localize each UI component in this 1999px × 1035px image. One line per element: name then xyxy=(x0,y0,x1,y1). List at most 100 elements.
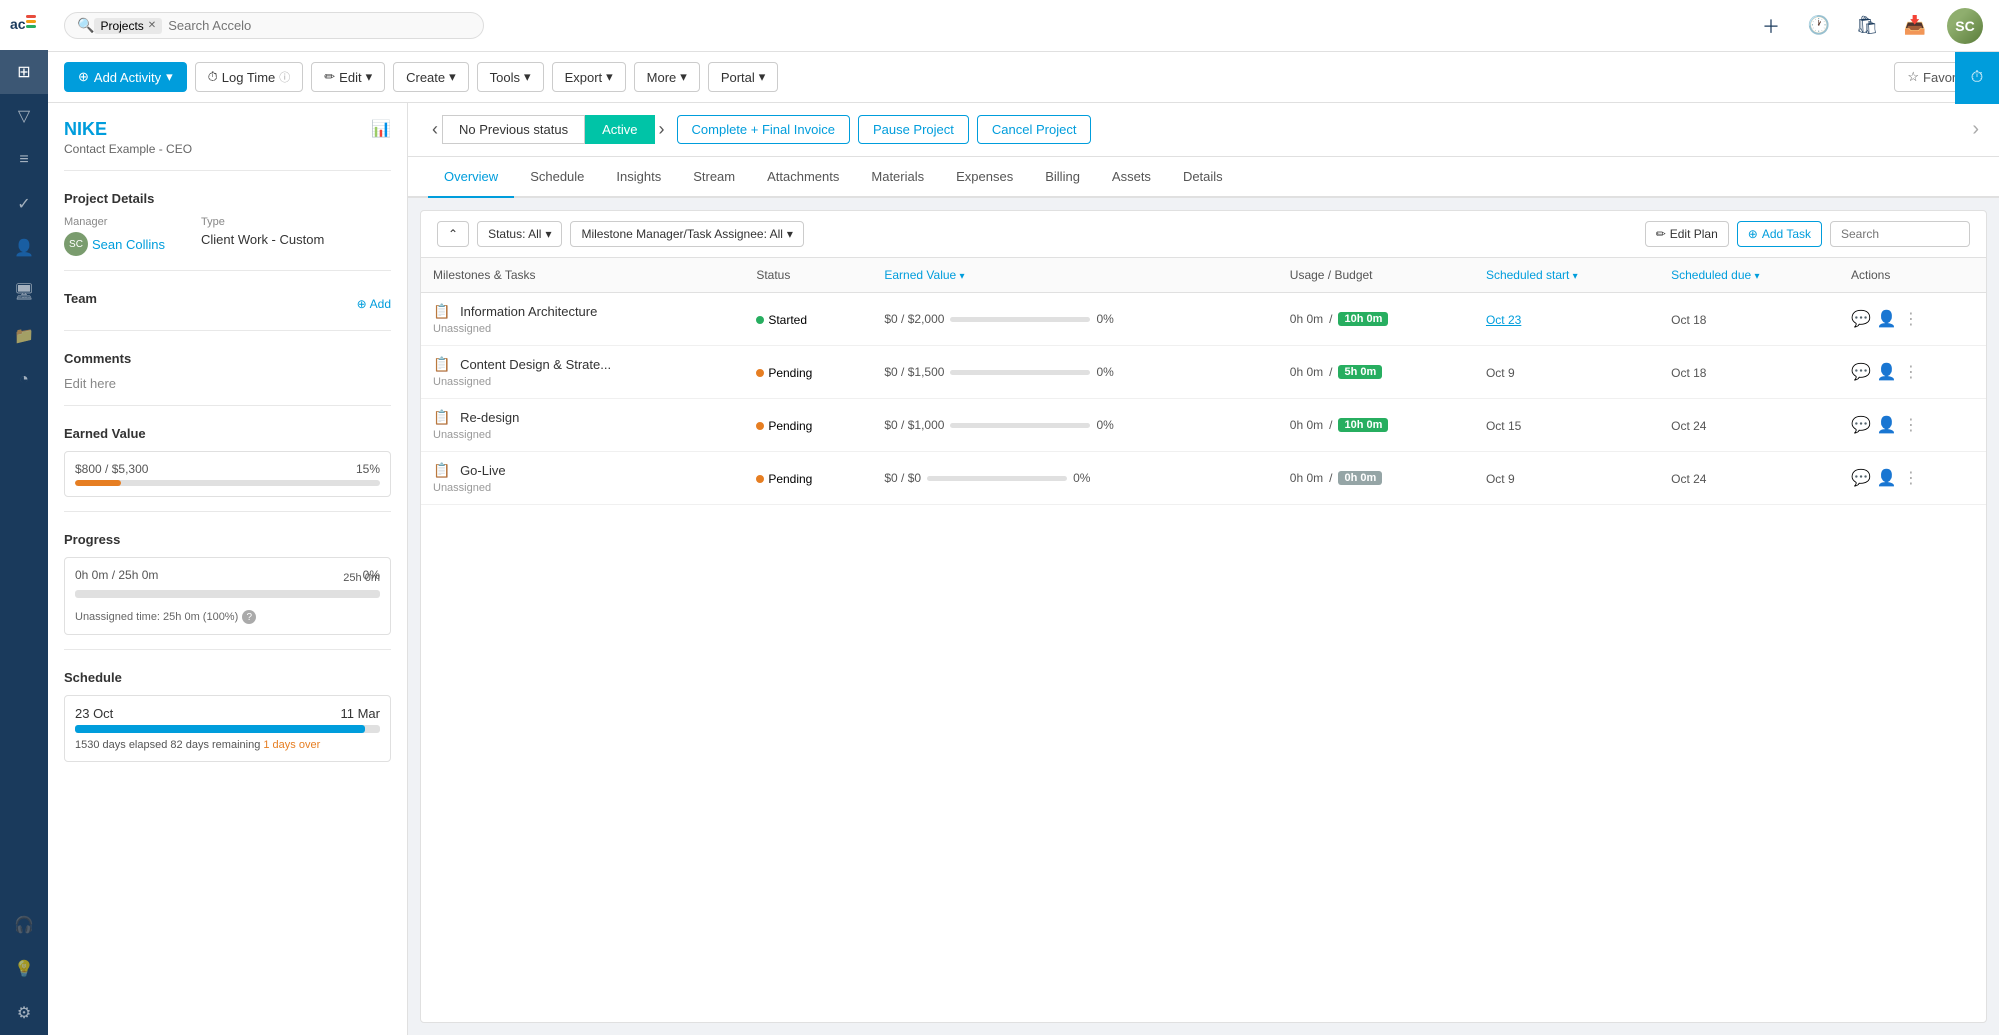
tab-schedule[interactable]: Schedule xyxy=(514,157,600,198)
sidebar-headset-icon[interactable]: 🎧 xyxy=(0,903,48,947)
task-sub: Unassigned xyxy=(433,323,491,335)
table-row: 📋 Content Design & Strate... Unassigned … xyxy=(421,346,1986,399)
status-filter-button[interactable]: Status: All ▾ xyxy=(477,221,562,247)
budget-tag: 0h 0m xyxy=(1338,471,1382,485)
actions-col: 💬 👤 ⋮ xyxy=(1851,362,1974,382)
project-details-section: Project Details Manager SC Sean Collins … xyxy=(64,191,391,256)
comment-icon[interactable]: 💬 xyxy=(1851,309,1871,329)
budget-usage: 0h 0m / 0h 0m xyxy=(1290,471,1462,485)
chevron-up-icon: ⌃ xyxy=(448,227,458,241)
tab-materials[interactable]: Materials xyxy=(855,157,940,198)
search-input[interactable] xyxy=(168,18,471,33)
timer-button[interactable]: ⏱ xyxy=(1955,52,1999,104)
avatar[interactable]: SC xyxy=(1947,8,1983,44)
more-button[interactable]: More ▾ xyxy=(634,62,700,92)
tab-stream[interactable]: Stream xyxy=(677,157,751,198)
col-scheduled-start[interactable]: Scheduled start ▾ xyxy=(1474,258,1659,293)
edit-button[interactable]: ✏ Edit ▾ xyxy=(311,62,385,92)
more-icon[interactable]: ⋮ xyxy=(1903,415,1919,435)
sidebar-settings-icon[interactable]: ⚙ xyxy=(0,991,48,1035)
progress-title: Progress xyxy=(64,532,391,547)
clock-icon[interactable]: 🕐 xyxy=(1803,10,1835,42)
task-icon: 📋 xyxy=(433,409,450,426)
logo[interactable]: ac xyxy=(0,0,48,50)
collapse-button[interactable]: ⌃ xyxy=(437,221,469,247)
sidebar-monitor-icon[interactable]: 🖥 xyxy=(0,270,48,314)
comment-icon[interactable]: 💬 xyxy=(1851,362,1871,382)
edit-dropdown-icon: ▾ xyxy=(366,69,373,85)
export-button[interactable]: Export ▾ xyxy=(552,62,626,92)
status-bar-right-arrow[interactable]: › xyxy=(1972,118,1979,141)
log-time-button[interactable]: ⏱ Log Time ⓘ xyxy=(195,62,304,92)
assign-icon[interactable]: 👤 xyxy=(1877,309,1897,329)
more-icon[interactable]: ⋮ xyxy=(1903,309,1919,329)
sidebar-tasks-icon[interactable]: ✓ xyxy=(0,182,48,226)
comment-area[interactable]: Edit here xyxy=(64,376,391,391)
tab-expenses[interactable]: Expenses xyxy=(940,157,1029,198)
company-name[interactable]: NIKE xyxy=(64,119,192,140)
tab-billing[interactable]: Billing xyxy=(1029,157,1096,198)
col-scheduled-due[interactable]: Scheduled due ▾ xyxy=(1659,258,1839,293)
sidebar-home-icon[interactable]: ⊞ xyxy=(0,50,48,94)
tab-insights[interactable]: Insights xyxy=(600,157,677,198)
start-date-link[interactable]: Oct 23 xyxy=(1486,313,1521,327)
sidebar-folder-icon[interactable]: 📁 xyxy=(0,314,48,358)
manager-link[interactable]: SC Sean Collins xyxy=(64,232,165,256)
tab-overview[interactable]: Overview xyxy=(428,157,514,198)
milestone-filter-button[interactable]: Milestone Manager/Task Assignee: All ▾ xyxy=(570,221,803,247)
tools-button[interactable]: Tools ▾ xyxy=(477,62,544,92)
status-complete-button[interactable]: Complete + Final Invoice xyxy=(677,115,850,144)
status-cancel-button[interactable]: Cancel Project xyxy=(977,115,1092,144)
more-icon[interactable]: ⋮ xyxy=(1903,362,1919,382)
comment-icon[interactable]: 💬 xyxy=(1851,415,1871,435)
inbox-icon[interactable]: 📥 xyxy=(1899,10,1931,42)
sidebar-bulb-icon[interactable]: 💡 xyxy=(0,947,48,991)
edit-plan-button[interactable]: ✏ Edit Plan xyxy=(1645,221,1729,247)
add-task-button[interactable]: ⊕ Add Task xyxy=(1737,221,1822,247)
bag-icon[interactable]: 🛍 xyxy=(1851,10,1883,42)
status-prev-button[interactable]: ‹ xyxy=(428,119,442,140)
col-earned-value[interactable]: Earned Value ▾ xyxy=(872,258,1277,293)
actions-col: 💬 👤 ⋮ xyxy=(1851,468,1974,488)
left-panel: NIKE Contact Example - CEO 📊 Project Det… xyxy=(48,103,408,1035)
search-tag-close-icon[interactable]: ✕ xyxy=(148,20,156,31)
project-details-title: Project Details xyxy=(64,191,391,206)
search-bar[interactable]: 🔍 Projects ✕ xyxy=(64,12,484,39)
sidebar-filter-icon[interactable]: ▽ xyxy=(0,94,48,138)
status-active[interactable]: Active xyxy=(585,115,654,144)
status-label: Pending xyxy=(768,472,812,486)
add-activity-button[interactable]: ⊕ Add Activity ▾ xyxy=(64,62,187,92)
more-icon[interactable]: ⋮ xyxy=(1903,468,1919,488)
tab-assets[interactable]: Assets xyxy=(1096,157,1167,198)
create-button[interactable]: Create ▾ xyxy=(393,62,469,92)
status-pause-button[interactable]: Pause Project xyxy=(858,115,969,144)
chart-icon[interactable]: 📊 xyxy=(371,119,391,139)
portal-button[interactable]: Portal ▾ xyxy=(708,62,779,92)
comment-icon[interactable]: 💬 xyxy=(1851,468,1871,488)
start-date: Oct 9 xyxy=(1486,472,1515,486)
search-tag-projects[interactable]: Projects ✕ xyxy=(94,18,162,34)
add-team-button[interactable]: ⊕ Add xyxy=(357,297,391,311)
assign-icon[interactable]: 👤 xyxy=(1877,415,1897,435)
ev-pct: 15% xyxy=(356,462,380,476)
status-badge: Started xyxy=(756,313,807,327)
sidebar-stream-icon[interactable]: ≡ xyxy=(0,138,48,182)
status-no-prev[interactable]: No Previous status xyxy=(442,115,585,144)
table-search-input[interactable] xyxy=(1830,221,1970,247)
tab-attachments[interactable]: Attachments xyxy=(751,157,855,198)
help-icon[interactable]: ? xyxy=(242,610,256,624)
status-next-button[interactable]: › xyxy=(655,119,669,140)
sidebar-contacts-icon[interactable]: 👤 xyxy=(0,226,48,270)
task-sub: Unassigned xyxy=(433,376,491,388)
sidebar-chart-icon[interactable]: ◔ xyxy=(0,358,48,402)
assign-icon[interactable]: 👤 xyxy=(1877,362,1897,382)
col-usage-budget: Usage / Budget xyxy=(1278,258,1474,293)
milestone-filter-dropdown-icon: ▾ xyxy=(787,227,793,241)
tab-details[interactable]: Details xyxy=(1167,157,1239,198)
budget-tag: 10h 0m xyxy=(1338,418,1388,432)
assign-icon[interactable]: 👤 xyxy=(1877,468,1897,488)
plus-icon[interactable]: ＋ xyxy=(1755,10,1787,42)
due-date: Oct 18 xyxy=(1671,366,1706,380)
sidebar: ac ⊞ ▽ ≡ ✓ 👤 🖥 📁 ◔ 🎧 💡 ⚙ xyxy=(0,0,48,1035)
actions-col: 💬 👤 ⋮ xyxy=(1851,415,1974,435)
